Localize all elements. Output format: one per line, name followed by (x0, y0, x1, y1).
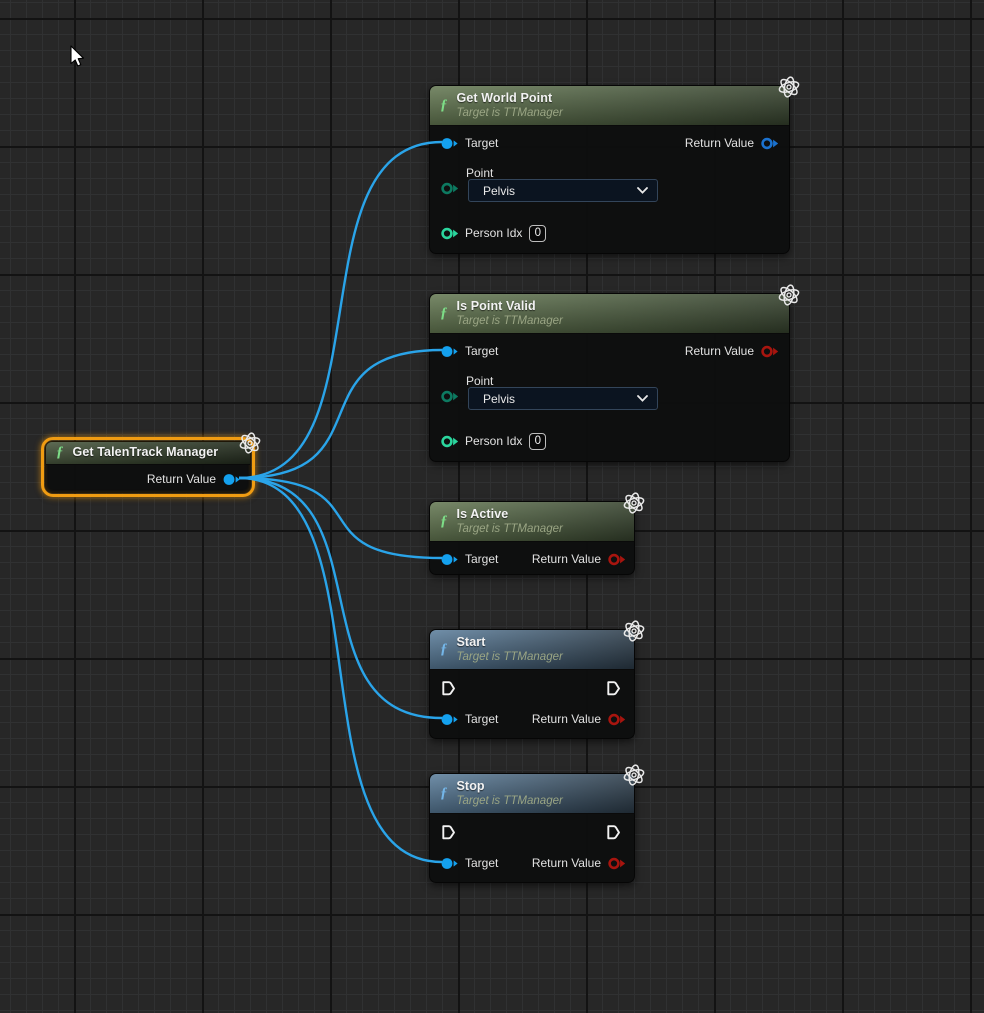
return-value-pin[interactable] (761, 137, 778, 150)
pin-label: Return Value (532, 856, 601, 870)
chevron-down-icon (637, 395, 648, 402)
node-get-talentrack-manager[interactable]: ƒ Get TalenTrack Manager Return Value (45, 441, 251, 493)
pin-label: Return Value (685, 136, 754, 150)
exec-out-pin[interactable] (607, 825, 621, 840)
target-pin[interactable] (441, 713, 458, 726)
return-value-pin-row: Return Value (147, 471, 240, 487)
point-pin[interactable] (441, 182, 458, 195)
node-subtitle: Target is TTManager (457, 794, 563, 808)
node-is-point-valid[interactable]: ƒ Is Point Valid Target is TTManager Tar… (429, 293, 790, 462)
pin-label: Return Value (532, 712, 601, 726)
pin-label: Target (465, 344, 498, 358)
point-dropdown[interactable]: Pelvis (468, 387, 658, 410)
pin-label: Target (465, 856, 498, 870)
target-pin-row: Target (441, 135, 498, 151)
pin-label: Target (465, 136, 498, 150)
node-get-world-point[interactable]: ƒ Get World Point Target is TTManager Ta… (429, 85, 790, 254)
return-value-pin[interactable] (608, 713, 625, 726)
node-header[interactable]: ƒ Stop Target is TTManager (430, 774, 634, 814)
person-idx-pin[interactable] (441, 227, 458, 240)
target-class-icon (777, 283, 801, 307)
exec-in-pin[interactable] (442, 681, 456, 696)
node-title: Is Active (457, 507, 563, 523)
return-value-pin-row: Return Value (532, 551, 625, 567)
person-idx-pin-row: Person Idx 0 (441, 225, 546, 241)
return-value-pin[interactable] (608, 553, 625, 566)
return-value-pin-row: Return Value (685, 343, 778, 359)
person-idx-pin-row: Person Idx 0 (441, 433, 546, 449)
node-stop[interactable]: ƒ Stop Target is TTManager Target Return… (429, 773, 635, 883)
node-subtitle: Target is TTManager (457, 314, 563, 328)
person-idx-pin[interactable] (441, 435, 458, 448)
pin-label: Person Idx (465, 226, 522, 240)
node-header[interactable]: ƒ Is Active Target is TTManager (430, 502, 634, 542)
target-pin-row: Target (441, 711, 498, 727)
node-header[interactable]: ƒ Start Target is TTManager (430, 630, 634, 670)
return-value-pin[interactable] (608, 857, 625, 870)
exec-out-pin[interactable] (607, 681, 621, 696)
target-class-icon (622, 619, 646, 643)
target-class-icon (622, 491, 646, 515)
point-pin-label: Point (466, 166, 493, 180)
node-header[interactable]: ƒ Get World Point Target is TTManager (430, 86, 789, 126)
node-header[interactable]: ƒ Is Point Valid Target is TTManager (430, 294, 789, 334)
target-pin[interactable] (441, 137, 458, 150)
function-icon: ƒ (440, 98, 448, 113)
pin-label: Return Value (147, 472, 216, 486)
node-is-active[interactable]: ƒ Is Active Target is TTManager Target R… (429, 501, 635, 575)
node-title: Get TalenTrack Manager (73, 445, 219, 461)
return-value-pin[interactable] (223, 473, 240, 486)
return-value-pin-row: Return Value (532, 855, 625, 871)
pin-label: Target (465, 552, 498, 566)
person-idx-input[interactable]: 0 (529, 433, 546, 450)
function-icon: ƒ (56, 445, 64, 460)
node-title: Get World Point (457, 91, 563, 107)
target-pin-row: Target (441, 551, 498, 567)
node-subtitle: Target is TTManager (457, 650, 563, 664)
pin-label: Return Value (685, 344, 754, 358)
node-title: Stop (457, 779, 563, 795)
node-title: Start (457, 635, 563, 651)
point-dropdown-value: Pelvis (483, 392, 515, 406)
pin-label: Return Value (532, 552, 601, 566)
node-title: Is Point Valid (457, 299, 563, 315)
target-class-icon (777, 75, 801, 99)
target-class-icon (622, 763, 646, 787)
node-subtitle: Target is TTManager (457, 522, 563, 536)
target-pin-row: Target (441, 855, 498, 871)
function-icon: ƒ (440, 642, 448, 657)
pin-label: Target (465, 712, 498, 726)
point-pin[interactable] (441, 390, 458, 403)
function-icon: ƒ (440, 514, 448, 529)
target-class-icon (238, 431, 262, 455)
target-pin-row: Target (441, 343, 498, 359)
node-start[interactable]: ƒ Start Target is TTManager Target Retur… (429, 629, 635, 739)
target-pin[interactable] (441, 345, 458, 358)
person-idx-input[interactable]: 0 (529, 225, 546, 242)
point-pin-label: Point (466, 374, 493, 388)
exec-in-pin[interactable] (442, 825, 456, 840)
target-pin[interactable] (441, 553, 458, 566)
function-icon: ƒ (440, 786, 448, 801)
return-value-pin[interactable] (761, 345, 778, 358)
node-header[interactable]: ƒ Get TalenTrack Manager (46, 442, 250, 465)
return-value-pin-row: Return Value (532, 711, 625, 727)
point-dropdown-value: Pelvis (483, 184, 515, 198)
function-icon: ƒ (440, 306, 448, 321)
node-subtitle: Target is TTManager (457, 106, 563, 120)
return-value-pin-row: Return Value (685, 135, 778, 151)
chevron-down-icon (637, 187, 648, 194)
point-dropdown[interactable]: Pelvis (468, 179, 658, 202)
target-pin[interactable] (441, 857, 458, 870)
pin-label: Person Idx (465, 434, 522, 448)
